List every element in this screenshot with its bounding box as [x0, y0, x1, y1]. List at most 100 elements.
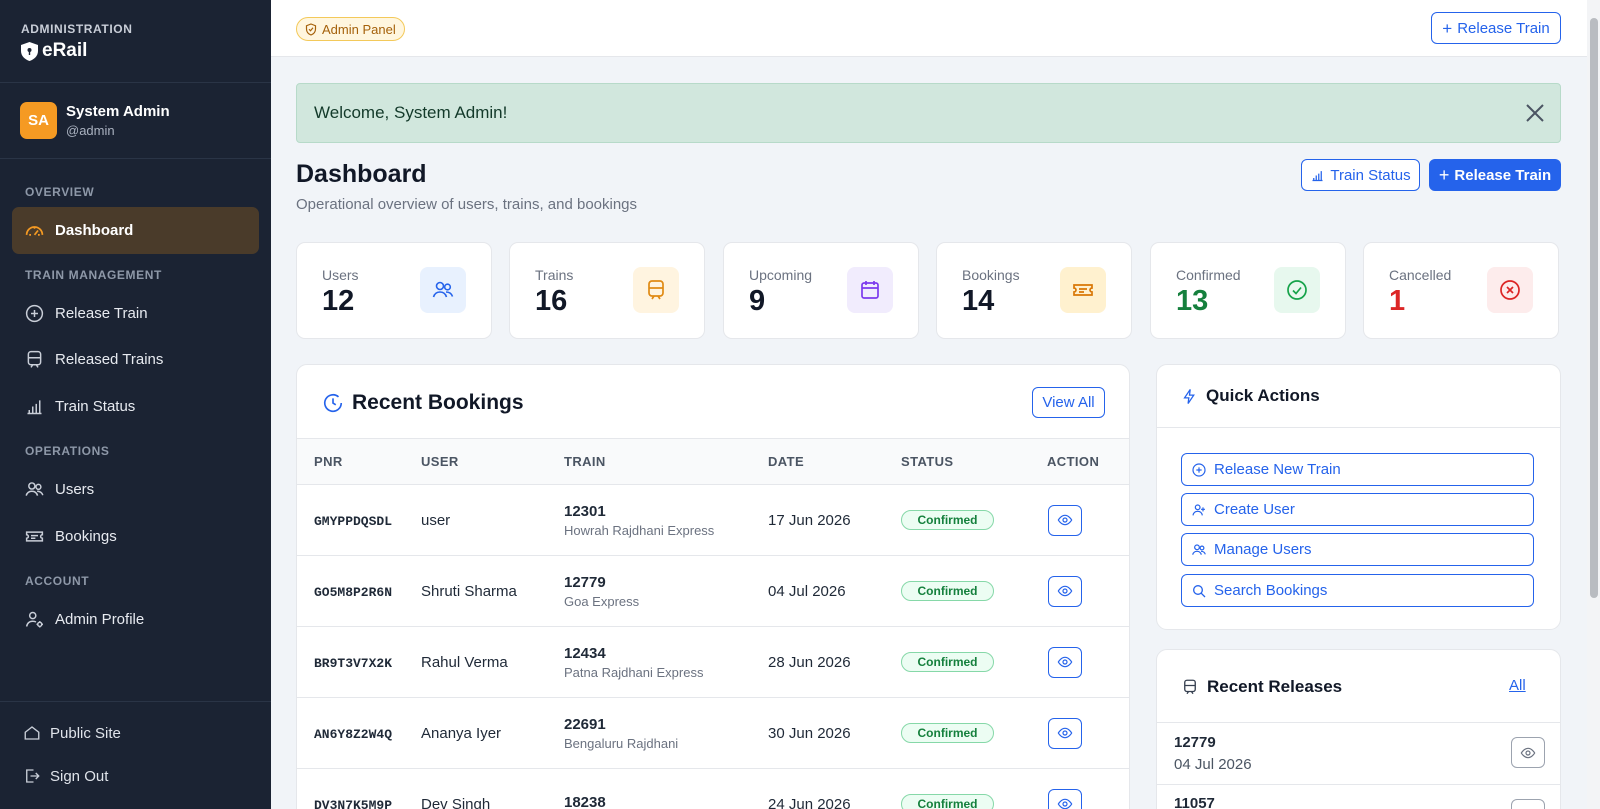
eye-icon: [1057, 514, 1073, 526]
page-scrollbar[interactable]: [1587, 0, 1600, 809]
sidebar-item-bookings[interactable]: Bookings: [12, 513, 259, 560]
release-item: 12779 04 Jul 2026: [1157, 723, 1560, 785]
pnr: GO5M8P2R6N: [314, 584, 393, 600]
clock-icon: [323, 394, 343, 413]
release-train-number: 11057: [1174, 795, 1215, 809]
sidebar-item-admin-profile[interactable]: Admin Profile: [12, 596, 259, 643]
booking-date: 17 Jun 2026: [768, 484, 901, 556]
train-number: 22691: [564, 715, 606, 733]
sidebar-item-train-status[interactable]: Train Status: [12, 383, 259, 430]
stat-value: 9: [749, 285, 766, 317]
eye-icon: [1057, 656, 1073, 668]
stat-card-confirmed: Confirmed 13: [1150, 242, 1346, 339]
brand: ADMINISTRATION eRail: [0, 0, 271, 83]
section-overview: OVERVIEW: [25, 185, 95, 199]
topbar-release-train-button[interactable]: + Release Train: [1431, 12, 1561, 44]
booking-user: Ananya Iyer: [421, 697, 564, 769]
sign-out-link[interactable]: Sign Out: [23, 767, 108, 785]
view-release-button[interactable]: [1511, 799, 1545, 809]
users-icon: [25, 482, 44, 496]
table-row: GO5M8P2R6N Shruti Sharma 12779 Goa Expres…: [297, 555, 1129, 627]
sidebar-item-released-trains[interactable]: Released Trains: [12, 336, 259, 383]
user-block: SA System Admin @admin: [0, 83, 271, 159]
lightning-icon: [1183, 388, 1195, 404]
sidebar-item-users[interactable]: Users: [12, 466, 259, 513]
booking-user: user: [421, 484, 564, 556]
plus-circle-icon: [25, 304, 44, 323]
ticket-icon: [25, 531, 44, 542]
table-header-row: PNR USER TRAIN DATE STATUS ACTION: [297, 438, 1129, 485]
train-number: 12779: [564, 573, 606, 591]
recent-releases-card: Recent Releases All 12779 04 Jul 2026 11…: [1156, 649, 1561, 809]
check-circle-icon: [1274, 267, 1320, 313]
booking-user: Shruti Sharma: [421, 555, 564, 627]
public-site-link[interactable]: Public Site: [23, 724, 121, 742]
sign-out-label: Sign Out: [50, 767, 109, 785]
view-booking-button[interactable]: [1048, 575, 1082, 607]
stat-label: Upcoming: [749, 267, 813, 283]
stat-label: Confirmed: [1176, 267, 1241, 283]
plus-circle-icon: [1192, 462, 1206, 477]
view-booking-button[interactable]: [1048, 717, 1082, 749]
stat-card-trains: Trains 16: [509, 242, 705, 339]
status-badge: Confirmed: [901, 581, 994, 601]
quick-action-label: Manage Users: [1214, 541, 1312, 558]
view-release-button[interactable]: [1511, 737, 1545, 768]
release-train-number: 12779: [1174, 734, 1216, 751]
section-account: ACCOUNT: [25, 574, 90, 588]
column-header: ACTION: [1047, 438, 1129, 485]
booking-date: 04 Jul 2026: [768, 555, 901, 627]
train-number: 12301: [564, 502, 606, 520]
booking-date: 30 Jun 2026: [768, 697, 901, 769]
column-header: DATE: [768, 438, 901, 485]
release-date: 04 Jul 2026: [1174, 756, 1252, 773]
stat-label: Trains: [535, 267, 574, 283]
release-item: 11057: [1157, 785, 1560, 809]
eye-icon: [1057, 798, 1073, 809]
release-train-button[interactable]: + Release Train: [1429, 159, 1561, 191]
admin-panel-label: Admin Panel: [322, 21, 396, 37]
admin-panel-badge: Admin Panel: [296, 17, 405, 41]
avatar: SA: [20, 102, 57, 139]
user-plus-icon: [1192, 503, 1205, 515]
release-new-train-button[interactable]: Release New Train: [1181, 453, 1534, 486]
section-operations: OPERATIONS: [25, 444, 110, 458]
view-booking-button[interactable]: [1048, 504, 1082, 536]
all-releases-link[interactable]: All: [1509, 677, 1526, 694]
sidebar-item-dashboard[interactable]: Dashboard: [12, 207, 259, 254]
view-booking-button[interactable]: [1048, 646, 1082, 678]
view-all-button[interactable]: View All: [1032, 387, 1105, 418]
train-icon: [27, 350, 42, 368]
sidebar-item-label: Users: [55, 481, 95, 498]
status-badge: Confirmed: [901, 794, 994, 809]
brand-name: eRail: [42, 40, 88, 61]
sidebar-item-label: Admin Profile: [55, 611, 145, 628]
brand-logo[interactable]: eRail: [21, 40, 251, 62]
train-name: Patna Rajdhani Express: [564, 664, 704, 680]
quick-actions-header: Quick Actions: [1157, 365, 1560, 428]
sidebar-footer: Public Site Sign Out: [0, 701, 271, 809]
sidebar-item-label: Bookings: [55, 528, 117, 545]
create-user-button[interactable]: Create User: [1181, 493, 1534, 526]
table-row: DV3N7K5M9P Dev Singh 18238 24 Jun 2026 C…: [297, 768, 1129, 809]
manage-users-button[interactable]: Manage Users: [1181, 533, 1534, 566]
home-icon: [24, 726, 40, 740]
sidebar: ADMINISTRATION eRail SA System Admin @ad…: [0, 0, 271, 809]
train-number: 12434: [564, 644, 606, 662]
pnr: BR9T3V7X2K: [314, 655, 393, 671]
sidebar-item-release-train[interactable]: Release Train: [12, 290, 259, 337]
booking-user: Rahul Verma: [421, 626, 564, 698]
close-icon[interactable]: [1524, 102, 1546, 124]
table-row: AN6Y8Z2W4Q Ananya Iyer 22691 Bengaluru Ra…: [297, 697, 1129, 769]
train-status-label: Train Status: [1330, 166, 1411, 184]
stat-card-upcoming: Upcoming 9: [723, 242, 919, 339]
search-icon: [1193, 584, 1206, 597]
search-bookings-button[interactable]: Search Bookings: [1181, 574, 1534, 607]
scrollbar-thumb[interactable]: [1590, 18, 1598, 598]
calendar-icon: [847, 267, 893, 313]
train-status-button[interactable]: Train Status: [1301, 159, 1420, 191]
pnr: GMYPPDQSDL: [314, 513, 393, 529]
view-booking-button[interactable]: [1048, 788, 1082, 809]
recent-releases-title: Recent Releases: [1207, 677, 1343, 696]
stat-value: 14: [962, 285, 995, 317]
